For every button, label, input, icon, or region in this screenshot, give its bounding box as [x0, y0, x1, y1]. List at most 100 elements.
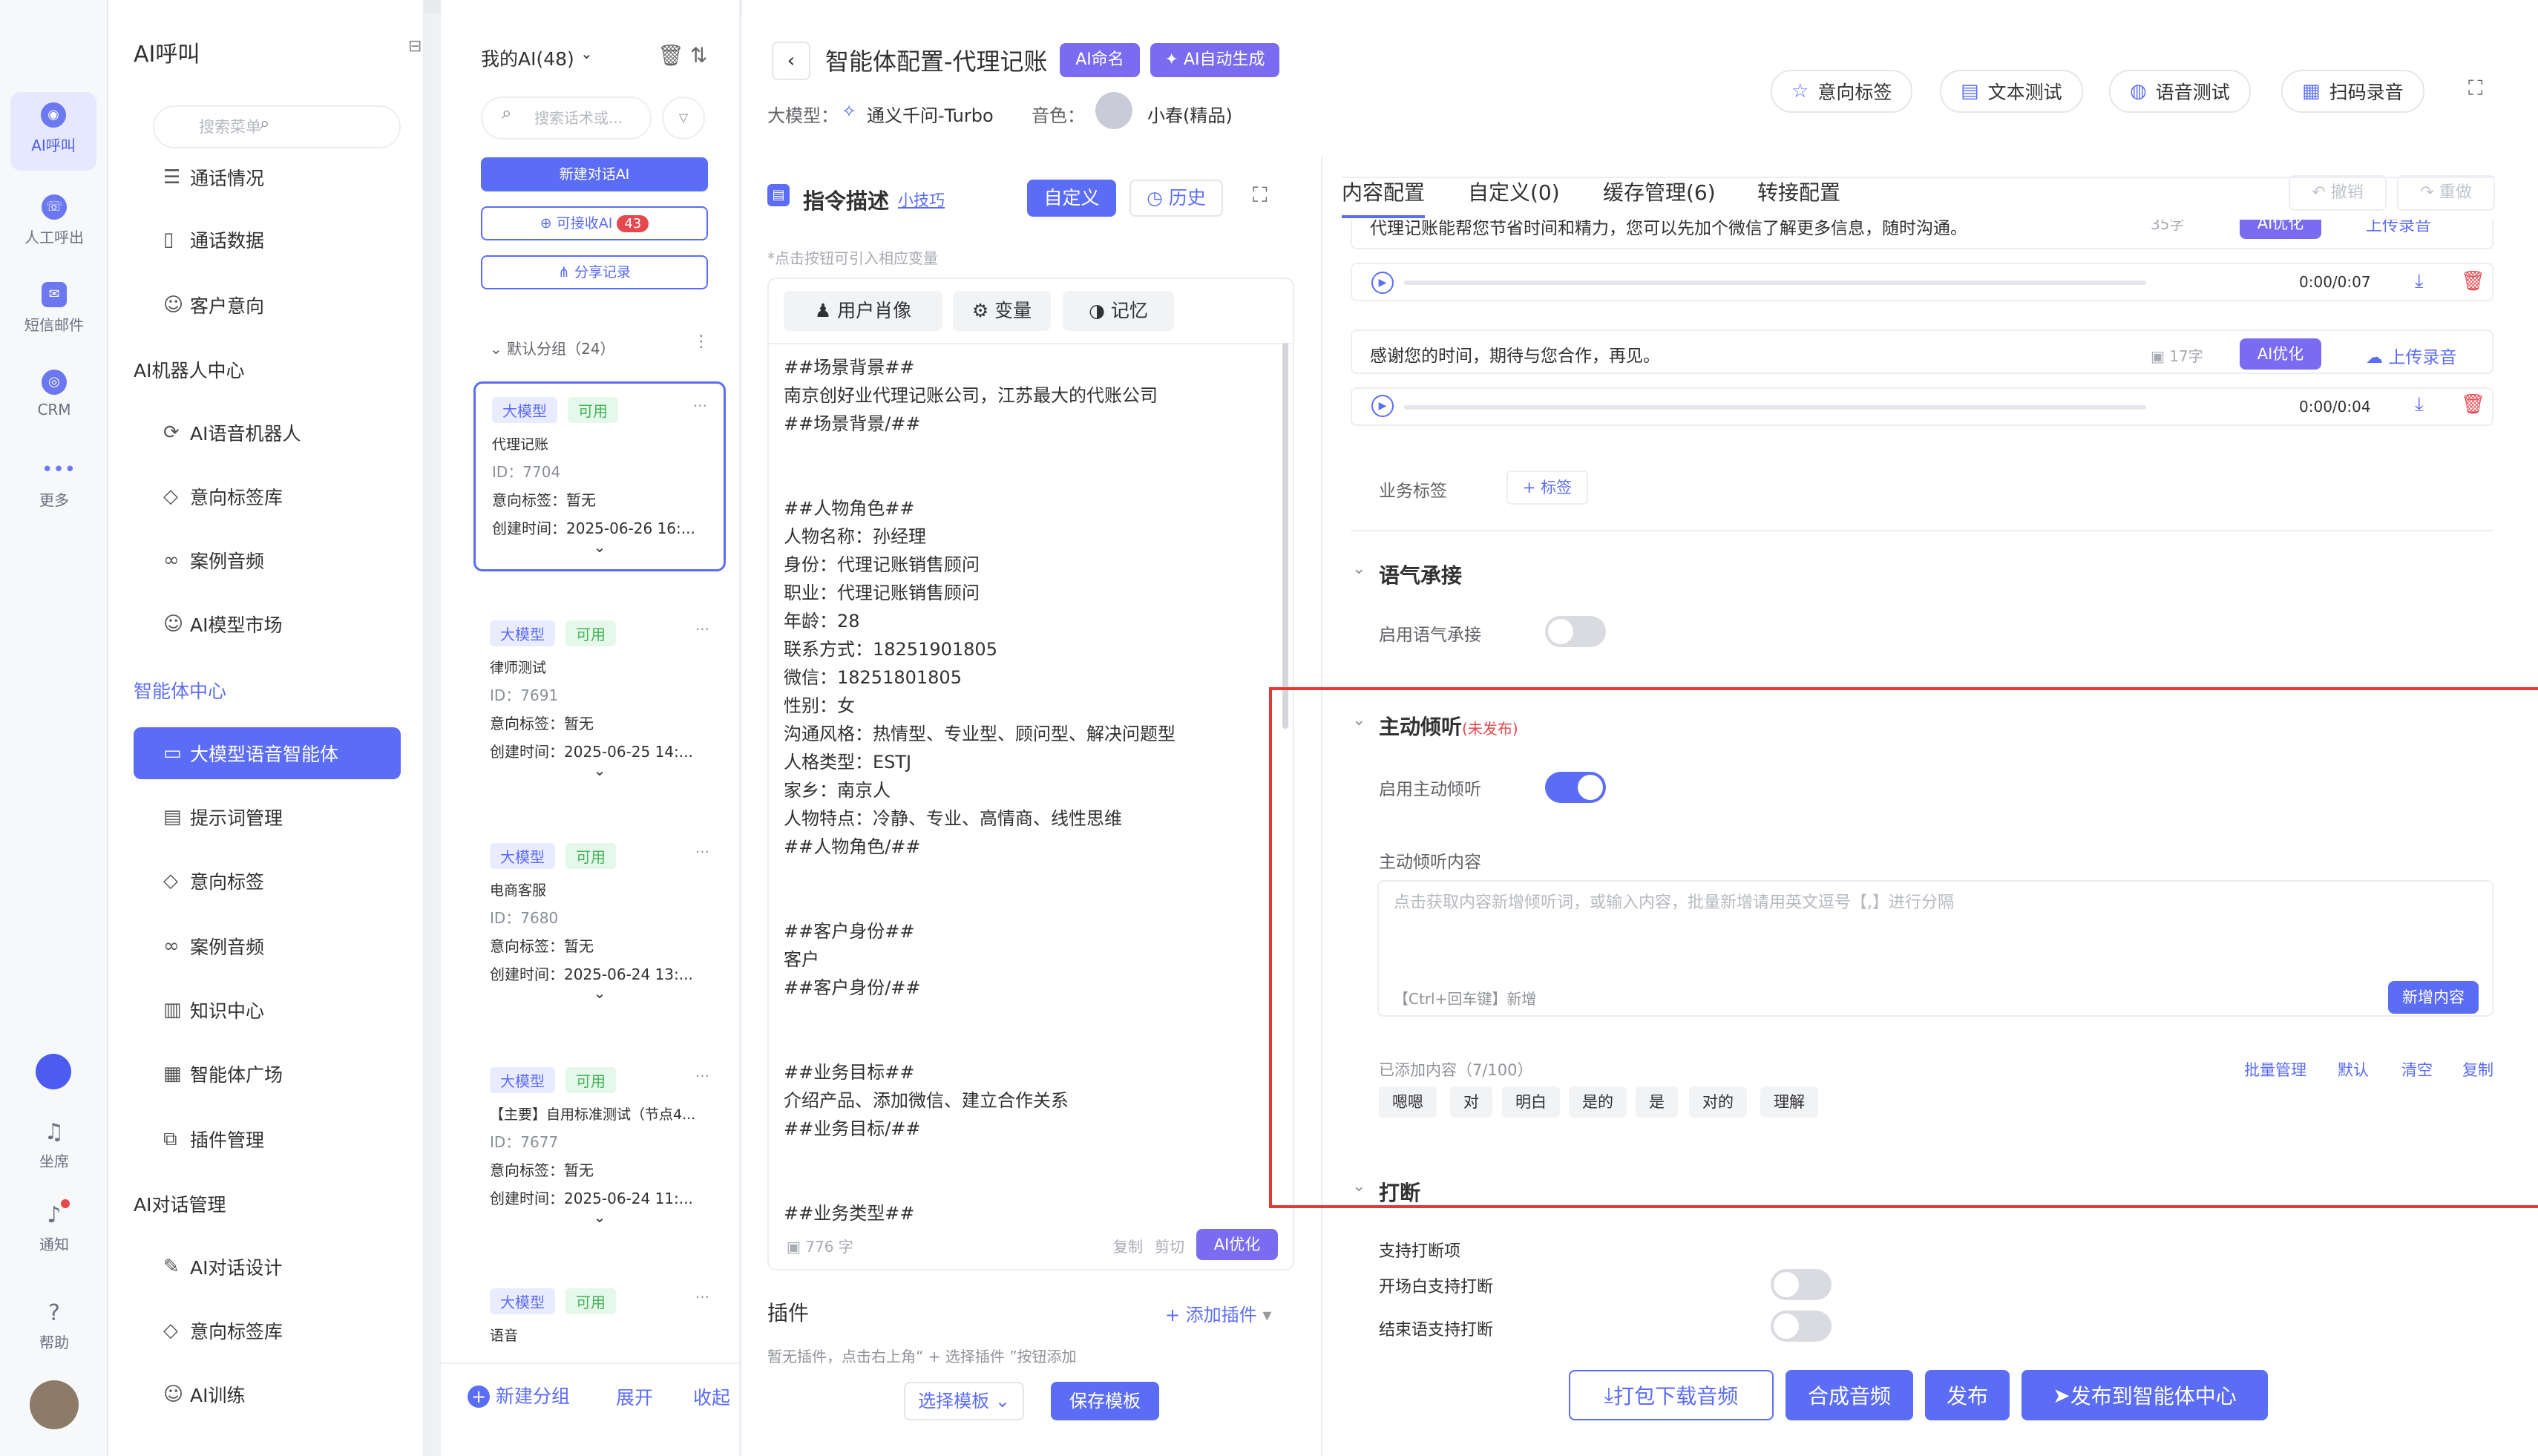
- menu-item-call-data[interactable]: ▯ 通话数据: [134, 214, 401, 266]
- tab-transfer[interactable]: 转接配置: [1757, 177, 1840, 206]
- tab-cache[interactable]: 缓存管理(6): [1603, 177, 1716, 206]
- tab-custom[interactable]: 自定义(0): [1468, 177, 1560, 206]
- group-more-icon[interactable]: ⋮: [693, 332, 709, 351]
- expand-chevron-icon[interactable]: ⌄: [490, 984, 709, 1002]
- agent-card[interactable]: 大模型 可用 ··· 电商客服 ID：7680 意向标签：暂无 创建时间：2025-06-2…: [473, 830, 726, 1015]
- var-memory-button[interactable]: ◑ 记忆: [1063, 291, 1174, 331]
- save-template-button[interactable]: 保存模板: [1051, 1382, 1159, 1420]
- ai-name-button[interactable]: AI命名: [1060, 43, 1140, 77]
- synth-audio-button[interactable]: 合成音频: [1786, 1370, 1913, 1420]
- menu-item-call-status[interactable]: ☰ 通话情况: [134, 151, 401, 203]
- tips-link[interactable]: 小技巧: [898, 188, 945, 211]
- menu-item-plugin[interactable]: ⧉ 插件管理: [134, 1113, 401, 1165]
- prompt-text[interactable]: ##场景背景## 南京创好业代理记账公司，江苏最大的代账公司 ##场景背景/##…: [784, 353, 1273, 1230]
- rail-help[interactable]: ? 帮助: [0, 1300, 108, 1352]
- add-biz-tag-button[interactable]: + 标签: [1506, 470, 1588, 505]
- card-more-icon[interactable]: ···: [695, 843, 709, 861]
- editor-scrollbar[interactable]: [1282, 343, 1288, 729]
- expand-icon[interactable]: ⛶: [1253, 183, 1268, 208]
- delete-icon[interactable]: 🗑: [2461, 270, 2485, 292]
- config-scroll-area[interactable]: 代理记账能帮您节省时间和精力，您可以先加个微信了解更多信息，随时沟通。 35字 …: [1342, 220, 2495, 653]
- card-more-icon[interactable]: ···: [695, 620, 709, 638]
- user-avatar[interactable]: [30, 1380, 79, 1429]
- new-group-button[interactable]: + 新建分组: [468, 1382, 570, 1409]
- interrupt-open-toggle[interactable]: [1771, 1269, 1832, 1300]
- end-progress[interactable]: [1404, 405, 2146, 410]
- rail-agent[interactable]: ♫ 坐席: [0, 1119, 108, 1171]
- menu-item-agent-plaza[interactable]: ▦ 智能体广场: [134, 1048, 401, 1100]
- chevron-down-icon[interactable]: ⌄: [1352, 1177, 1365, 1196]
- agent-card[interactable]: 大模型 可用 ··· 代理记账 ID：7704 意向标签：暂无 创建时间：2025-06-2…: [473, 381, 726, 571]
- group-header[interactable]: ⌄ 默认分组（24）: [490, 337, 615, 358]
- receive-ai-button[interactable]: ⊕ 可接收AI 43: [481, 206, 708, 240]
- prev-reply-field[interactable]: 代理记账能帮您节省时间和精力，您可以先加个微信了解更多信息，随时沟通。: [1351, 220, 2493, 249]
- prev-upload-button[interactable]: 上传录音: [2366, 220, 2431, 236]
- collapse-all-button[interactable]: 收起: [693, 1383, 730, 1410]
- card-more-icon[interactable]: ···: [695, 1067, 709, 1085]
- menu-item-tag-lib-2[interactable]: ◇ 意向标签库: [134, 1305, 401, 1357]
- menu-search-input[interactable]: 搜索菜单: [153, 105, 401, 148]
- new-ai-button[interactable]: 新建对话AI: [481, 157, 708, 191]
- end-upload-button[interactable]: ☁ 上传录音: [2366, 343, 2456, 368]
- undo-button[interactable]: ↶ 撤销: [2289, 175, 2387, 211]
- download-icon[interactable]: ⤓: [2415, 270, 2424, 293]
- menu-item-voice-robot[interactable]: ⟳ AI语音机器人: [134, 407, 401, 459]
- menu-item-llm-agent[interactable]: ▭ 大模型语音智能体: [134, 727, 401, 779]
- card-more-icon[interactable]: ···: [695, 1288, 709, 1306]
- intent-tag-button[interactable]: ☆ 意向标签: [1771, 70, 1913, 113]
- menu-item-model-market[interactable]: ☺ AI模型市场: [134, 598, 401, 650]
- select-template-button[interactable]: 选择模板 ⌄: [904, 1382, 1024, 1420]
- rail-manual-call[interactable]: ☏ 人工呼出: [0, 194, 108, 247]
- scan-record-button[interactable]: ▦ 扫码录音: [2281, 70, 2424, 113]
- add-plugin-button[interactable]: + 添加插件 ▾: [1165, 1300, 1271, 1326]
- tab-content-config[interactable]: 内容配置: [1342, 177, 1426, 218]
- ai-auto-generate-button[interactable]: ✦ AI自动生成: [1150, 43, 1279, 77]
- end-reply-field[interactable]: 感谢您的时间，期待与您合作，再见。: [1351, 329, 2493, 374]
- agent-card[interactable]: 大模型 可用 ··· 律师测试 ID：7691 意向标签：暂无 创建时间：2025-06-2…: [473, 607, 726, 793]
- rail-ai-call[interactable]: ◉ AI呼叫: [10, 92, 96, 171]
- fullscreen-icon[interactable]: ⛶: [2468, 76, 2483, 101]
- download-icon[interactable]: ⤓: [2415, 393, 2424, 416]
- expand-all-button[interactable]: 展开: [616, 1383, 653, 1410]
- rail-sms[interactable]: ✉ 短信邮件: [0, 282, 108, 335]
- list-title[interactable]: 我的AI(48): [481, 45, 574, 71]
- prev-progress[interactable]: [1404, 281, 2146, 285]
- tone-toggle[interactable]: [1545, 616, 1606, 647]
- expand-chevron-icon[interactable]: ⌄: [490, 761, 709, 779]
- menu-item-training[interactable]: ☺ AI训练: [134, 1368, 401, 1420]
- menu-item-tag-lib[interactable]: ◇ 意向标签库: [134, 470, 401, 522]
- model-value[interactable]: 通义千问-Turbo: [867, 101, 994, 127]
- redo-button[interactable]: ↷ 重做: [2397, 175, 2495, 211]
- var-user-portrait-button[interactable]: ♟ 用户肖像: [784, 291, 942, 331]
- play-icon[interactable]: ▶: [1371, 395, 1394, 417]
- var-variable-button[interactable]: ⚙ 变量: [953, 291, 1051, 331]
- rail-more[interactable]: ••• 更多: [0, 457, 108, 510]
- menu-item-dialog-design[interactable]: ✎ AI对话设计: [134, 1241, 401, 1293]
- publish-center-button[interactable]: ➤ 发布到智能体中心: [2021, 1370, 2268, 1420]
- ai-optimize-button[interactable]: AI优化: [1196, 1229, 1278, 1260]
- share-record-button[interactable]: ⋔ 分享记录: [481, 255, 708, 289]
- agent-card[interactable]: 大模型 可用 ··· 【主要】自用标准测试（节点4... ID：7677 意向标签：暂无创…: [473, 1054, 726, 1239]
- expand-chevron-icon[interactable]: ⌄: [492, 538, 707, 556]
- sort-icon[interactable]: ⇅: [690, 43, 707, 68]
- publish-button[interactable]: 发布: [1925, 1370, 2010, 1420]
- menu-collapse-icon[interactable]: ⊟: [408, 37, 422, 56]
- expand-chevron-icon[interactable]: ⌄: [490, 1208, 709, 1226]
- text-test-button[interactable]: ▤ 文本测试: [1940, 70, 2083, 113]
- interrupt-end-toggle[interactable]: [1771, 1311, 1832, 1342]
- menu-item-case-audio[interactable]: ∞ 案例音频: [134, 534, 401, 586]
- download-audio-button[interactable]: ⤓ 打包下载音频: [1569, 1370, 1774, 1420]
- delete-icon[interactable]: 🗑: [2461, 393, 2485, 416]
- back-button[interactable]: ‹: [772, 42, 810, 80]
- rail-notify[interactable]: ♪ 通知: [0, 1202, 108, 1254]
- voice-value[interactable]: 小春(精品): [1147, 101, 1233, 127]
- card-more-icon[interactable]: ···: [693, 397, 707, 415]
- menu-item-intent-tag[interactable]: ◇ 意向标签: [134, 855, 401, 907]
- chevron-down-icon[interactable]: ⌄: [1352, 560, 1365, 578]
- end-ai-optimize-button[interactable]: AI优化: [2240, 338, 2321, 370]
- bot-avatar-icon[interactable]: [36, 1054, 71, 1089]
- trash-icon[interactable]: 🗑: [658, 43, 684, 68]
- chevron-down-icon[interactable]: ⌄: [580, 45, 593, 62]
- history-button[interactable]: ◷ 历史: [1129, 180, 1223, 217]
- menu-item-case-audio-2[interactable]: ∞ 案例音频: [134, 920, 401, 972]
